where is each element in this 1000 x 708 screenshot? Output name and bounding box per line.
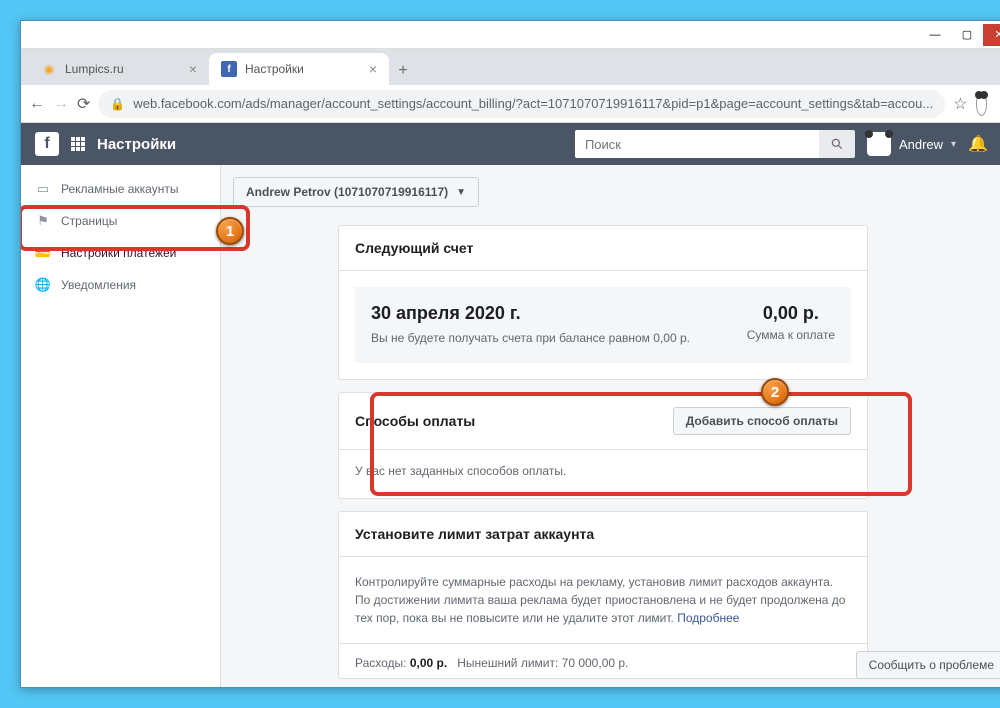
window-maximize-button[interactable]: ▢: [951, 24, 983, 46]
username: Andrew: [899, 137, 943, 152]
report-problem-button[interactable]: Сообщить о проблеме: [856, 651, 1000, 679]
notifications-button[interactable]: 🔔: [968, 134, 988, 154]
reload-button[interactable]: ⟳: [77, 92, 90, 116]
browser-tabbar: ◉ Lumpics.ru × f Настройки × +: [21, 49, 1000, 85]
no-payment-methods-text: У вас нет заданных способов оплаты.: [339, 450, 867, 498]
sidebar-item-ad-accounts[interactable]: ▭ Рекламные аккаунты: [21, 173, 220, 205]
sidebar-item-payment-settings[interactable]: 💳 Настройки платежей: [21, 237, 220, 269]
user-menu[interactable]: Andrew ▾: [867, 132, 956, 156]
new-tab-button[interactable]: +: [389, 57, 417, 85]
lock-icon: 🔒: [110, 97, 125, 111]
bill-date: 30 апреля 2020 г.: [371, 303, 717, 324]
wallet-icon: 💳: [35, 245, 51, 261]
sidebar-item-notifications[interactable]: 🌐 Уведомления: [21, 269, 220, 301]
search-box: [575, 130, 855, 158]
profile-avatar[interactable]: [976, 92, 987, 116]
globe-icon: 🌐: [35, 277, 51, 293]
sidebar-item-label: Страницы: [61, 214, 117, 228]
learn-more-link[interactable]: Подробнее: [677, 611, 739, 625]
back-button[interactable]: ←: [29, 92, 45, 116]
browser-addressbar: ← → ⟳ 🔒 web.facebook.com/ads/manager/acc…: [21, 85, 1000, 123]
browser-menu-button[interactable]: ⋮: [995, 92, 1000, 116]
close-icon[interactable]: ×: [189, 61, 197, 77]
bill-amount: 0,00 р.: [747, 303, 835, 324]
browser-tab-lumpics[interactable]: ◉ Lumpics.ru ×: [29, 53, 209, 85]
payment-methods-panel: Способы оплаты Добавить способ оплаты У …: [338, 392, 868, 499]
forward-button[interactable]: →: [53, 92, 69, 116]
bill-description: Вы не будете получать счета при балансе …: [371, 330, 717, 347]
sidebar: ▭ Рекламные аккаунты ⚑ Страницы 💳 Настро…: [21, 165, 221, 687]
chevron-down-icon: ▼: [456, 187, 466, 198]
close-icon[interactable]: ×: [369, 61, 377, 77]
sidebar-item-label: Рекламные аккаунты: [61, 182, 178, 196]
main-column: Andrew Petrov (1071070719916117) ▼ Следу…: [221, 165, 1000, 687]
browser-window: — ▢ ✕ ◉ Lumpics.ru × f Настройки × + ← →…: [20, 20, 1000, 688]
sidebar-item-pages[interactable]: ⚑ Страницы: [21, 205, 220, 237]
sidebar-item-label: Настройки платежей: [61, 246, 176, 260]
search-icon: [830, 137, 844, 151]
sun-icon: ◉: [41, 61, 57, 77]
apps-menu-icon[interactable]: [71, 137, 85, 151]
window-close-button[interactable]: ✕: [983, 24, 1000, 46]
page-content: f Настройки Andrew ▾ 🔔 ▾ ▭ Рекламные: [21, 123, 1000, 687]
search-input[interactable]: [575, 130, 819, 158]
bill-amount-label: Сумма к оплате: [747, 328, 835, 342]
card-icon: ▭: [35, 181, 51, 197]
limit-description: Контролируйте суммарные расходы на рекла…: [355, 573, 851, 627]
url-text: web.facebook.com/ads/manager/account_set…: [133, 96, 933, 111]
panel-title: Способы оплаты: [355, 413, 475, 429]
flag-icon: ⚑: [35, 213, 51, 229]
fb-header: f Настройки Andrew ▾ 🔔 ▾: [21, 123, 1000, 165]
panel-title: Установите лимит затрат аккаунта: [339, 512, 867, 557]
bookmark-button[interactable]: ☆: [953, 94, 967, 114]
spending-limit-panel: Установите лимит затрат аккаунта Контрол…: [338, 511, 868, 679]
next-bill-panel: Следующий счет 30 апреля 2020 г. Вы не б…: [338, 225, 868, 380]
url-field[interactable]: 🔒 web.facebook.com/ads/manager/account_s…: [98, 90, 945, 118]
panel-title: Следующий счет: [339, 226, 867, 271]
bill-summary: 30 апреля 2020 г. Вы не будете получать …: [355, 287, 851, 363]
account-selector[interactable]: Andrew Petrov (1071070719916117) ▼: [233, 177, 479, 207]
sidebar-item-label: Уведомления: [61, 278, 136, 292]
facebook-icon: f: [221, 61, 237, 77]
window-minimize-button[interactable]: —: [919, 24, 951, 46]
facebook-logo[interactable]: f: [35, 132, 59, 156]
user-avatar-icon: [867, 132, 891, 156]
page-title: Настройки: [97, 136, 176, 153]
add-payment-method-button[interactable]: Добавить способ оплаты: [673, 407, 851, 435]
tab-title: Lumpics.ru: [65, 62, 124, 76]
tab-title: Настройки: [245, 62, 304, 76]
annotation-badge-1: 1: [216, 217, 244, 245]
account-label: Andrew Petrov (1071070719916117): [246, 185, 448, 199]
window-titlebar: — ▢ ✕: [21, 21, 1000, 49]
search-button[interactable]: [819, 130, 855, 158]
browser-tab-settings[interactable]: f Настройки ×: [209, 53, 389, 85]
chevron-down-icon: ▾: [951, 139, 956, 150]
expense-row: Расходы: 0,00 р. Нынешний лимит: 70 000,…: [339, 643, 867, 678]
annotation-badge-2: 2: [761, 378, 789, 406]
fb-body: ▭ Рекламные аккаунты ⚑ Страницы 💳 Настро…: [21, 165, 1000, 687]
